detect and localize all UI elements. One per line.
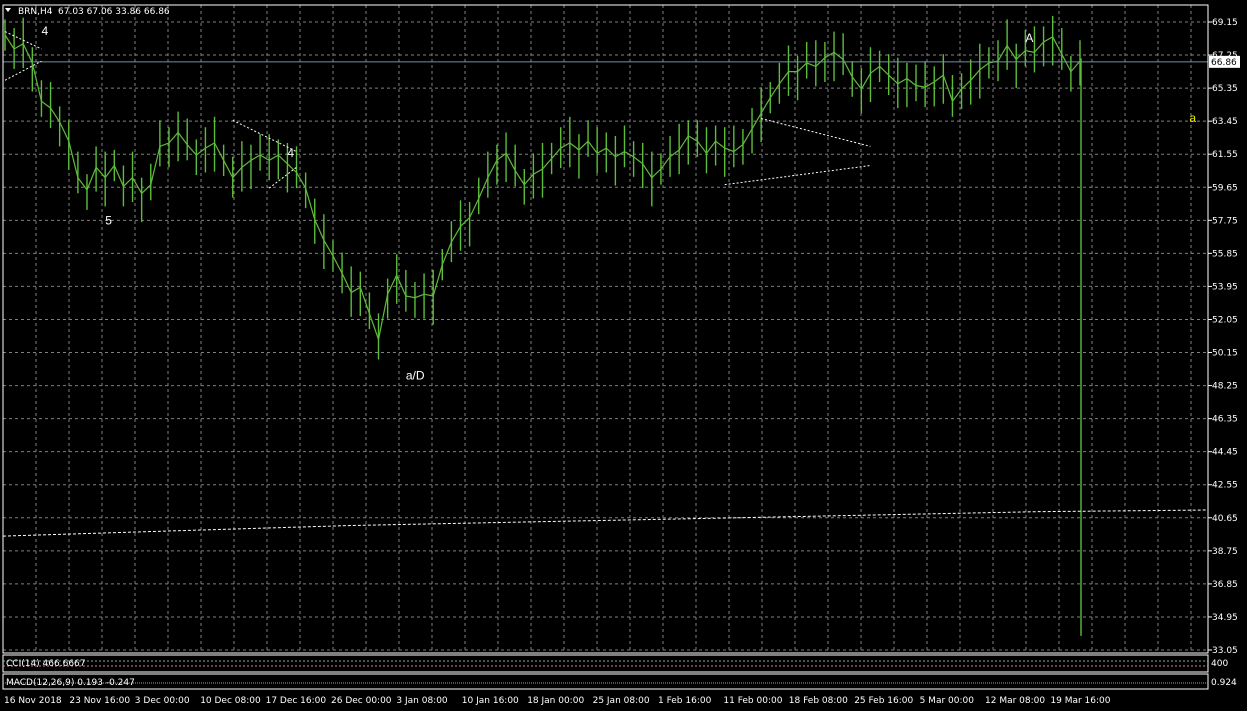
- y-tick-label: 42.55: [1212, 481, 1238, 491]
- x-tick-label: 3 Dec 00:00: [135, 696, 190, 706]
- y-tick-label: 61.55: [1212, 150, 1238, 160]
- x-tick-label: 18 Feb 08:00: [789, 696, 848, 706]
- wave-label: 4: [287, 146, 294, 160]
- x-tick-label: 16 Nov 2018: [4, 696, 62, 706]
- x-tick-label: 23 Nov 16:00: [69, 696, 130, 706]
- price-chart[interactable]: 454a/DAaBcB 69.1567.2565.3563.4561.5559.…: [0, 0, 1247, 711]
- y-tick-label: 59.65: [1212, 183, 1238, 193]
- ohlc-values: 67.03 67.06 33.86 66.86: [58, 7, 170, 17]
- chart-header: BRN,H4 67.03 67.06 33.86 66.86: [5, 7, 170, 17]
- cci-label: CCI(14) 466.6667: [6, 659, 86, 669]
- x-tick-label: 18 Jan 00:00: [527, 696, 584, 706]
- wave-label: a: [1189, 111, 1196, 125]
- macd-scale-label: 0.924: [1211, 678, 1237, 688]
- y-tick-label: 44.45: [1212, 448, 1238, 458]
- wave-label: a/D: [406, 368, 425, 382]
- macd-label: MACD(12,26,9) 0.193 -0.247: [6, 678, 135, 688]
- y-tick-label: 69.15: [1212, 18, 1238, 28]
- x-tick-label: 19 Mar 16:00: [1050, 696, 1110, 706]
- y-tick-label: 40.65: [1212, 514, 1238, 524]
- y-tick-label: 38.75: [1212, 547, 1238, 557]
- x-tick-label: 17 Dec 16:00: [266, 696, 327, 706]
- x-tick-label: 1 Feb 16:00: [658, 696, 712, 706]
- x-tick-label: 3 Jan 08:00: [396, 696, 448, 706]
- y-tick-label: 33.05: [1212, 646, 1238, 656]
- y-tick-label: 48.25: [1212, 382, 1238, 392]
- y-tick-label: 36.85: [1212, 580, 1238, 590]
- x-tick-label: 26 Dec 00:00: [331, 696, 392, 706]
- x-tick-label: 10 Dec 08:00: [200, 696, 261, 706]
- y-tick-label: 63.45: [1212, 117, 1238, 127]
- y-tick-label: 53.95: [1212, 282, 1238, 292]
- wave-label: 4: [41, 24, 48, 38]
- wave-label: A: [1025, 31, 1033, 45]
- x-tick-label: 10 Jan 16:00: [462, 696, 519, 706]
- x-tick-label: 5 Mar 00:00: [920, 696, 975, 706]
- wave-label: 5: [105, 214, 112, 228]
- symbol-timeframe: BRN,H4: [18, 7, 53, 17]
- x-tick-label: 25 Jan 08:00: [593, 696, 650, 706]
- y-tick-label: 46.35: [1212, 415, 1238, 425]
- y-tick-label: 55.85: [1212, 249, 1238, 259]
- x-tick-label: 12 Mar 08:00: [985, 696, 1045, 706]
- y-tick-label: 57.75: [1212, 216, 1238, 226]
- y-tick-label: 65.35: [1212, 84, 1238, 94]
- y-tick-label: 50.15: [1212, 349, 1238, 359]
- current-price-label: 66.86: [1211, 58, 1237, 68]
- y-tick-label: 34.95: [1212, 613, 1238, 623]
- x-tick-label: 25 Feb 16:00: [854, 696, 913, 706]
- y-tick-label: 52.05: [1212, 315, 1238, 325]
- x-tick-label: 11 Feb 00:00: [723, 696, 782, 706]
- cci-scale-label: 400: [1211, 659, 1228, 669]
